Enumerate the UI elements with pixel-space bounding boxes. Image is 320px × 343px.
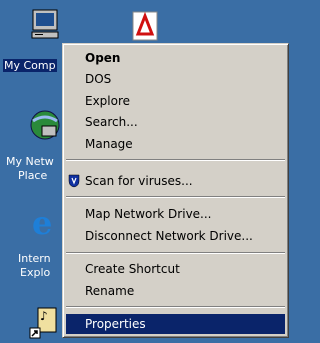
menu-item-map-network-drive[interactable]: Map Network Drive... [66, 204, 285, 224]
menu-item-manage[interactable]: Manage [66, 134, 285, 154]
network-places-label[interactable]: My Netw [6, 155, 54, 168]
shield-icon [68, 174, 80, 194]
menu-separator [66, 306, 285, 308]
acrobat-shortcut-icon [132, 11, 158, 41]
menu-item-properties[interactable]: Properties [66, 314, 285, 334]
svg-text:e: e [32, 204, 52, 238]
menu-item-search[interactable]: Search... [66, 112, 285, 132]
network-places-label-line2[interactable]: Place [18, 169, 47, 182]
menu-item-dos[interactable]: DOS [66, 69, 285, 89]
media-shortcut-icon: ♪ [29, 307, 57, 339]
menu-item-open[interactable]: Open [66, 48, 285, 68]
my-computer-desktop-icon[interactable] [28, 8, 62, 42]
menu-separator [66, 196, 285, 198]
menu-item-explore[interactable]: Explore [66, 91, 285, 111]
internet-explorer-label-line2[interactable]: Explo [20, 266, 50, 279]
my-computer-label[interactable]: My Comp [3, 59, 57, 72]
menu-item-scan-for-viruses[interactable]: Scan for viruses... [66, 171, 285, 191]
internet-explorer-icon: e [32, 204, 52, 242]
my-computer-icon [31, 9, 59, 39]
acrobat-desktop-icon[interactable] [130, 10, 160, 42]
menu-item-rename[interactable]: Rename [66, 281, 285, 301]
network-places-desktop-icon[interactable] [28, 108, 62, 142]
internet-explorer-label[interactable]: Intern [18, 252, 51, 265]
svg-text:♪: ♪ [40, 309, 48, 323]
network-places-icon [30, 110, 60, 140]
menu-separator [66, 159, 285, 161]
context-menu: Open DOS Explore Search... Manage Scan f… [62, 43, 289, 338]
menu-item-scan-label: Scan for viruses... [85, 174, 193, 188]
menu-separator [66, 252, 285, 254]
media-desktop-icon[interactable]: ♪ [28, 300, 62, 340]
internet-explorer-desktop-icon[interactable]: e [28, 204, 62, 242]
menu-item-disconnect-network-drive[interactable]: Disconnect Network Drive... [66, 226, 285, 246]
menu-item-create-shortcut[interactable]: Create Shortcut [66, 259, 285, 279]
